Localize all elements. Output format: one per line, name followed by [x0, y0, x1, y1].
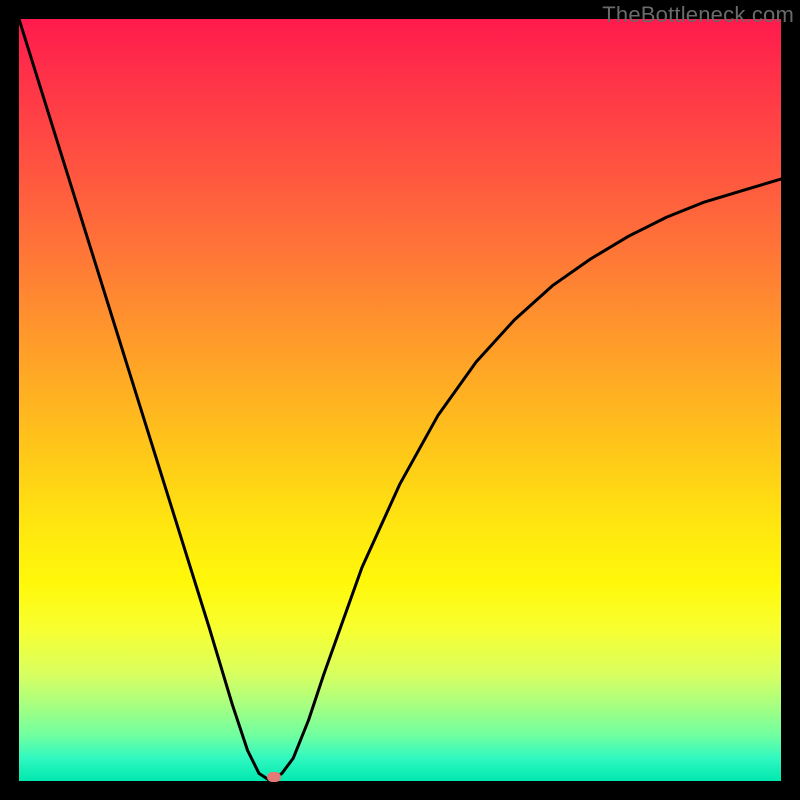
- optimal-point-marker: [267, 772, 281, 782]
- bottleneck-curve: [19, 19, 781, 781]
- chart-frame: [19, 19, 781, 781]
- watermark-text: TheBottleneck.com: [602, 2, 794, 28]
